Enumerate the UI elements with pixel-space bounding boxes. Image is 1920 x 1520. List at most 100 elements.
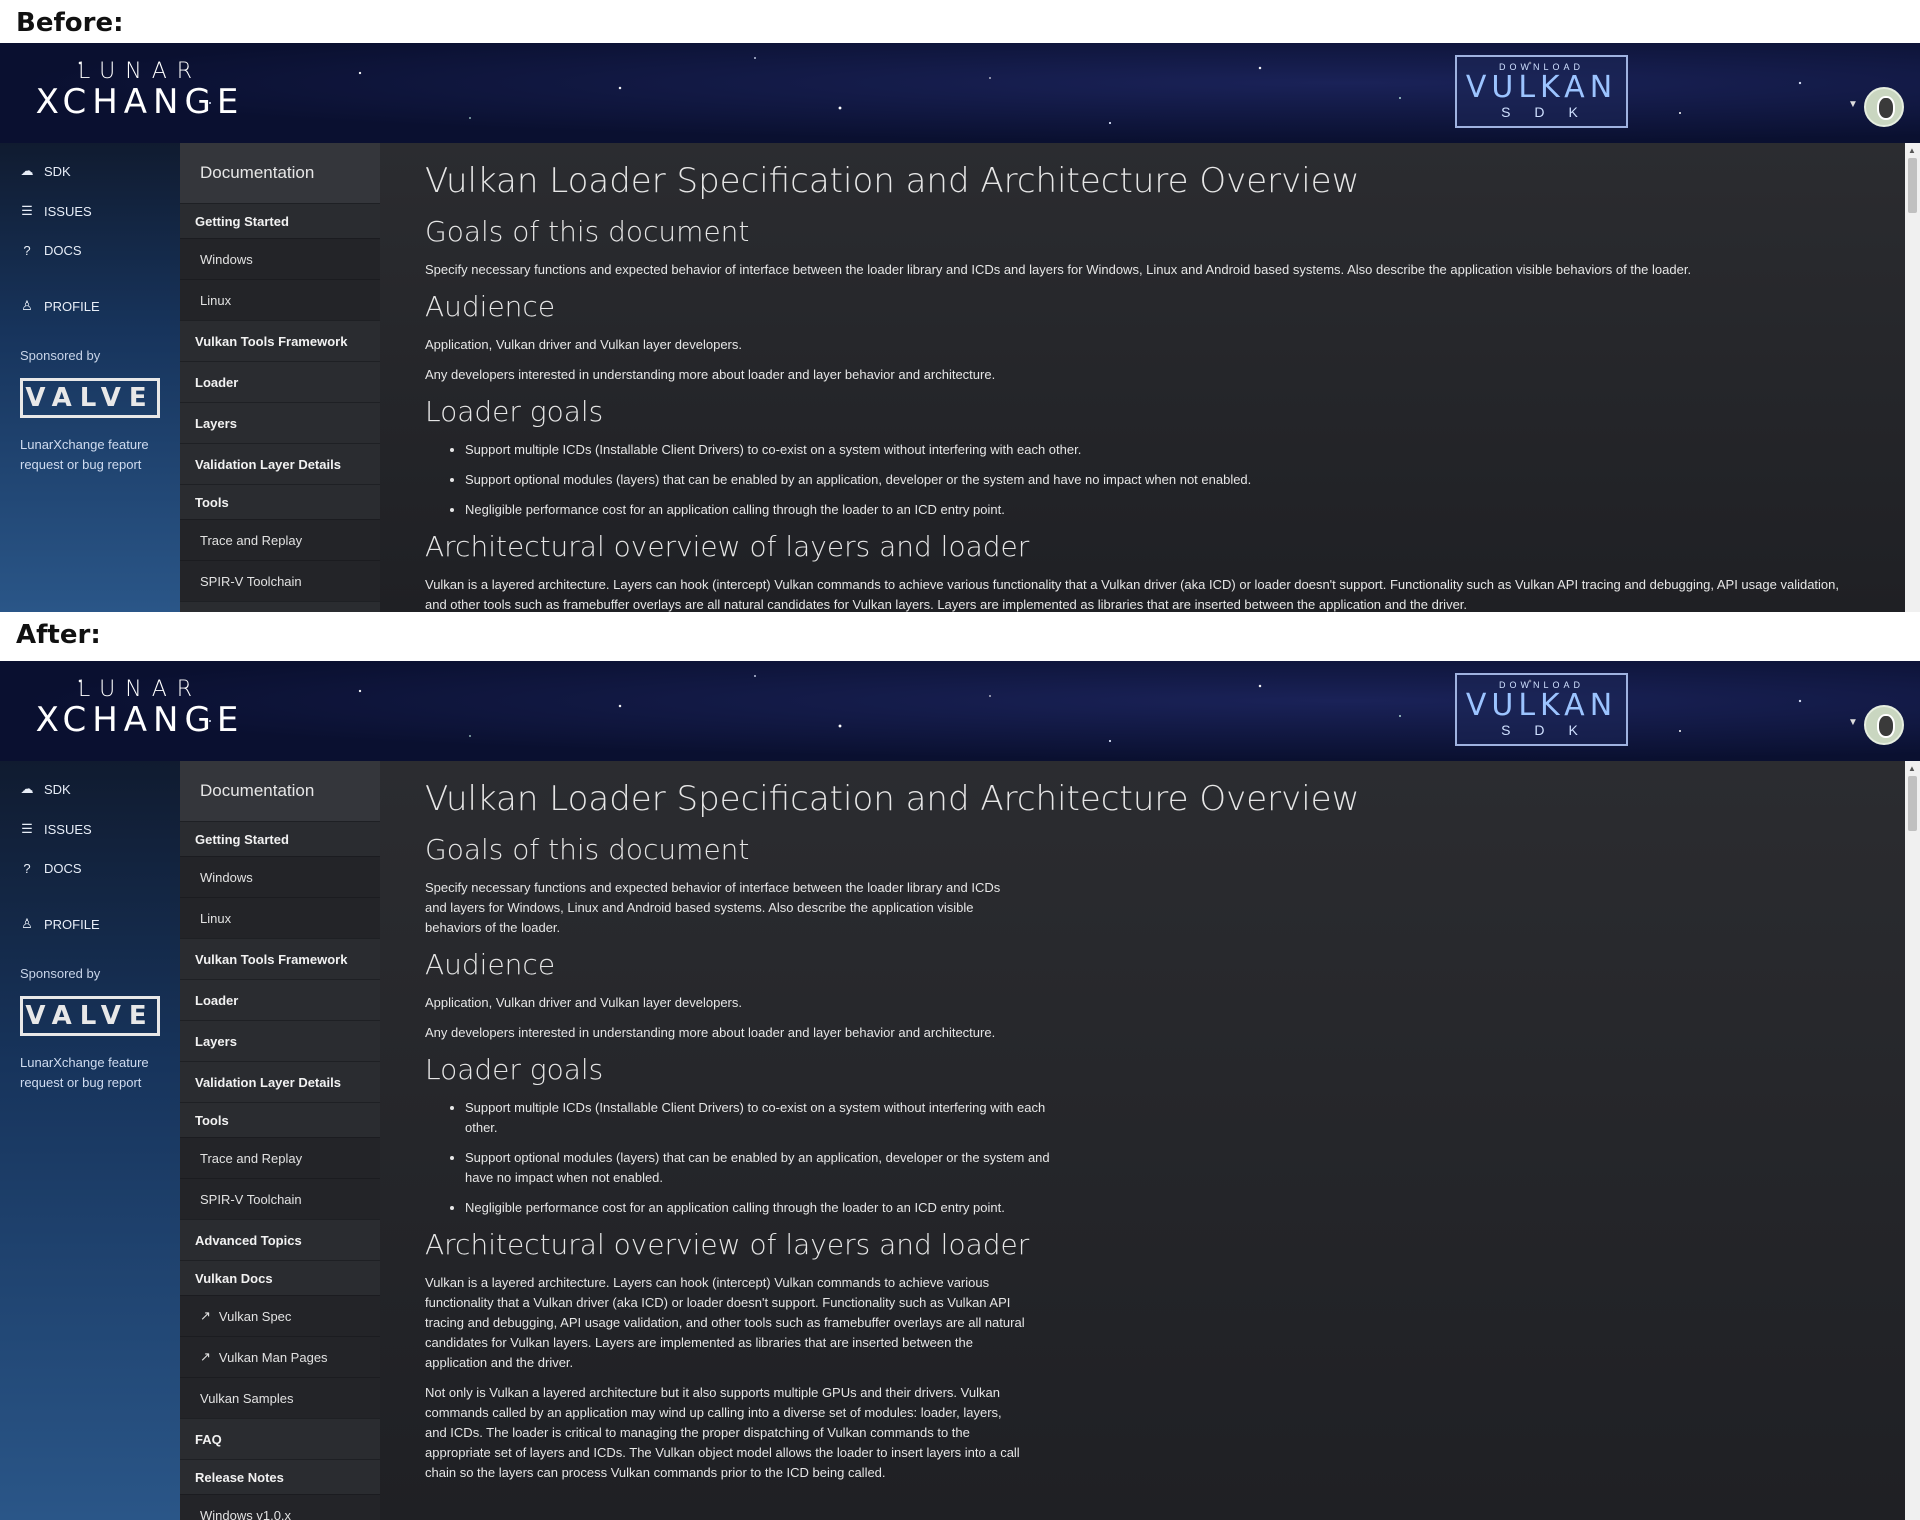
docnav-loader[interactable]: Loader — [180, 979, 380, 1020]
nav-sdk[interactable]: ☁ SDK — [20, 781, 71, 797]
sponsored-by-label: Sponsored by — [20, 966, 101, 981]
docnav-trace-and-replay[interactable]: Trace and Replay — [180, 519, 380, 560]
lunarxchange-logo[interactable]: LUNAR XCHANGE — [30, 677, 250, 740]
docnav-release-notes[interactable]: Release Notes — [180, 1459, 380, 1494]
architecture-heading: Architectural overview of layers and loa… — [425, 530, 1030, 563]
nav-issues[interactable]: ☰ ISSUES — [20, 821, 92, 837]
nav-docs[interactable]: ? DOCS — [20, 861, 81, 876]
goals-text: Specify necessary functions and expected… — [425, 880, 1001, 935]
loader-goals-heading: Loader goals — [425, 1053, 604, 1086]
before-caption: Before: — [16, 8, 124, 38]
after-caption-bar: After: — [0, 612, 1920, 655]
docnav-advanced-topics[interactable]: Advanced Topics — [180, 601, 380, 612]
architecture-text: Not only is Vulkan a layered architectur… — [425, 1385, 1020, 1480]
help-circle-icon: ? — [23, 243, 31, 258]
architecture-text: Vulkan is a layered architecture. Layers… — [425, 577, 1839, 612]
architecture-heading: Architectural overview of layers and loa… — [425, 1228, 1030, 1261]
list-item: Negligible performance cost for an appli… — [465, 500, 1860, 520]
architecture-text: Vulkan is a layered architecture. Layers… — [425, 1275, 1025, 1370]
external-link-icon: ↗ — [200, 1308, 211, 1323]
list-icon: ☰ — [21, 203, 33, 218]
docnav-vulkan-man-pages[interactable]: ↗ Vulkan Man Pages — [180, 1336, 380, 1377]
site-header: LUNAR XCHANGE DOWNLOAD VULKAN SDK ▼ — [0, 661, 1920, 761]
doc-content: Vulkan Loader Specification and Architec… — [380, 143, 1905, 612]
feature-request-link[interactable]: LunarXchange feature request or bug repo… — [20, 435, 170, 475]
audience-text: Application, Vulkan driver and Vulkan la… — [425, 337, 742, 352]
docnav-windows-v1-0-x[interactable]: Windows v1.0.x — [180, 1494, 380, 1520]
docnav-spirv-toolchain[interactable]: SPIR-V Toolchain — [180, 1178, 380, 1219]
nav-sdk[interactable]: ☁ SDK — [20, 163, 71, 179]
nav-docs[interactable]: ? DOCS — [20, 243, 81, 258]
user-menu[interactable]: ▼ — [1844, 705, 1904, 749]
goals-heading: Goals of this document — [425, 215, 750, 248]
scrollbar[interactable]: ▲ — [1905, 143, 1920, 612]
user-menu[interactable]: ▼ — [1844, 87, 1904, 131]
doc-content: Vulkan Loader Specification and Architec… — [380, 761, 1905, 1520]
list-item: Support optional modules (layers) that c… — [465, 1148, 1065, 1188]
page-title: Vulkan Loader Specification and Architec… — [425, 161, 1360, 201]
docnav-spirv-toolchain[interactable]: SPIR-V Toolchain — [180, 560, 380, 601]
user-icon: ♙ — [21, 916, 33, 931]
avatar[interactable] — [1864, 87, 1904, 127]
scrollbar-thumb[interactable] — [1908, 776, 1917, 831]
goals-text: Specify necessary functions and expected… — [425, 262, 1692, 277]
docnav-vulkan-tools-framework[interactable]: Vulkan Tools Framework — [180, 938, 380, 979]
cloud-download-icon: ☁ — [20, 163, 34, 178]
caret-down-icon: ▼ — [1848, 99, 1858, 110]
docnav-trace-and-replay[interactable]: Trace and Replay — [180, 1137, 380, 1178]
docnav-vulkan-spec[interactable]: ↗ Vulkan Spec — [180, 1295, 380, 1336]
external-link-icon: ↗ — [200, 1349, 211, 1364]
docnav-getting-started[interactable]: Getting Started — [180, 203, 380, 238]
docnav-advanced-topics[interactable]: Advanced Topics — [180, 1219, 380, 1260]
audience-heading: Audience — [425, 290, 556, 323]
docnav-vulkan-docs[interactable]: Vulkan Docs — [180, 1260, 380, 1295]
download-vulkan-sdk-button[interactable]: DOWNLOAD VULKAN SDK — [1455, 673, 1628, 746]
audience-heading: Audience — [425, 948, 556, 981]
docnav-layers[interactable]: Layers — [180, 402, 380, 443]
download-vulkan-sdk-button[interactable]: DOWNLOAD VULKAN SDK — [1455, 55, 1628, 128]
docnav-linux[interactable]: Linux — [180, 279, 380, 320]
scrollbar[interactable]: ▲ — [1905, 761, 1920, 1520]
main-sidebar: ☁ SDK ☰ ISSUES ? DOCS ♙ PROFILE Sponsored by… — [0, 761, 180, 1520]
goals-heading: Goals of this document — [425, 833, 750, 866]
nav-issues[interactable]: ☰ ISSUES — [20, 203, 92, 219]
cloud-download-icon: ☁ — [20, 781, 34, 796]
list-icon: ☰ — [21, 821, 33, 836]
docnav-faq[interactable]: FAQ — [180, 1418, 380, 1459]
after-caption: After: — [16, 620, 101, 650]
lunarxchange-logo[interactable]: LUNAR XCHANGE — [30, 59, 250, 122]
docnav-validation-layer-details[interactable]: Validation Layer Details — [180, 443, 380, 484]
loader-goals-list: Support multiple ICDs (Installable Clien… — [465, 440, 1860, 520]
docnav-linux[interactable]: Linux — [180, 897, 380, 938]
caret-down-icon: ▼ — [1848, 717, 1858, 728]
before-caption-bar: Before: — [0, 0, 1920, 43]
docnav-title: Documentation — [180, 761, 380, 821]
docnav-windows[interactable]: Windows — [180, 856, 380, 897]
docnav-vulkan-samples[interactable]: Vulkan Samples — [180, 1377, 380, 1418]
before-screenshot: LUNAR XCHANGE DOWNLOAD VULKAN SDK ▼ ☁ SDK… — [0, 43, 1920, 612]
list-item: Negligible performance cost for an appli… — [465, 1198, 1065, 1218]
docnav-layers[interactable]: Layers — [180, 1020, 380, 1061]
docnav-tools[interactable]: Tools — [180, 484, 380, 519]
scrollbar-thumb[interactable] — [1908, 158, 1917, 213]
valve-logo[interactable]: VALVE — [20, 996, 160, 1036]
docnav-vulkan-tools-framework[interactable]: Vulkan Tools Framework — [180, 320, 380, 361]
avatar[interactable] — [1864, 705, 1904, 745]
nav-profile[interactable]: ♙ PROFILE — [20, 298, 99, 314]
main-sidebar: ☁ SDK ☰ ISSUES ? DOCS ♙ PROFILE Sponsored by… — [0, 143, 180, 612]
documentation-nav: Documentation Getting Started Windows Li… — [180, 143, 380, 612]
audience-text: Any developers interested in understandi… — [425, 1025, 996, 1040]
valve-logo[interactable]: VALVE — [20, 378, 160, 418]
sponsored-by-label: Sponsored by — [20, 348, 101, 363]
list-item: Support multiple ICDs (Installable Clien… — [465, 440, 1860, 460]
nav-profile[interactable]: ♙ PROFILE — [20, 916, 99, 932]
documentation-nav: Documentation Getting Started Windows Li… — [180, 761, 380, 1520]
docnav-tools[interactable]: Tools — [180, 1102, 380, 1137]
docnav-validation-layer-details[interactable]: Validation Layer Details — [180, 1061, 380, 1102]
docnav-getting-started[interactable]: Getting Started — [180, 821, 380, 856]
docnav-loader[interactable]: Loader — [180, 361, 380, 402]
feature-request-link[interactable]: LunarXchange feature request or bug repo… — [20, 1053, 170, 1093]
scroll-up-icon[interactable]: ▲ — [1908, 146, 1916, 155]
docnav-windows[interactable]: Windows — [180, 238, 380, 279]
scroll-up-icon[interactable]: ▲ — [1908, 764, 1916, 773]
